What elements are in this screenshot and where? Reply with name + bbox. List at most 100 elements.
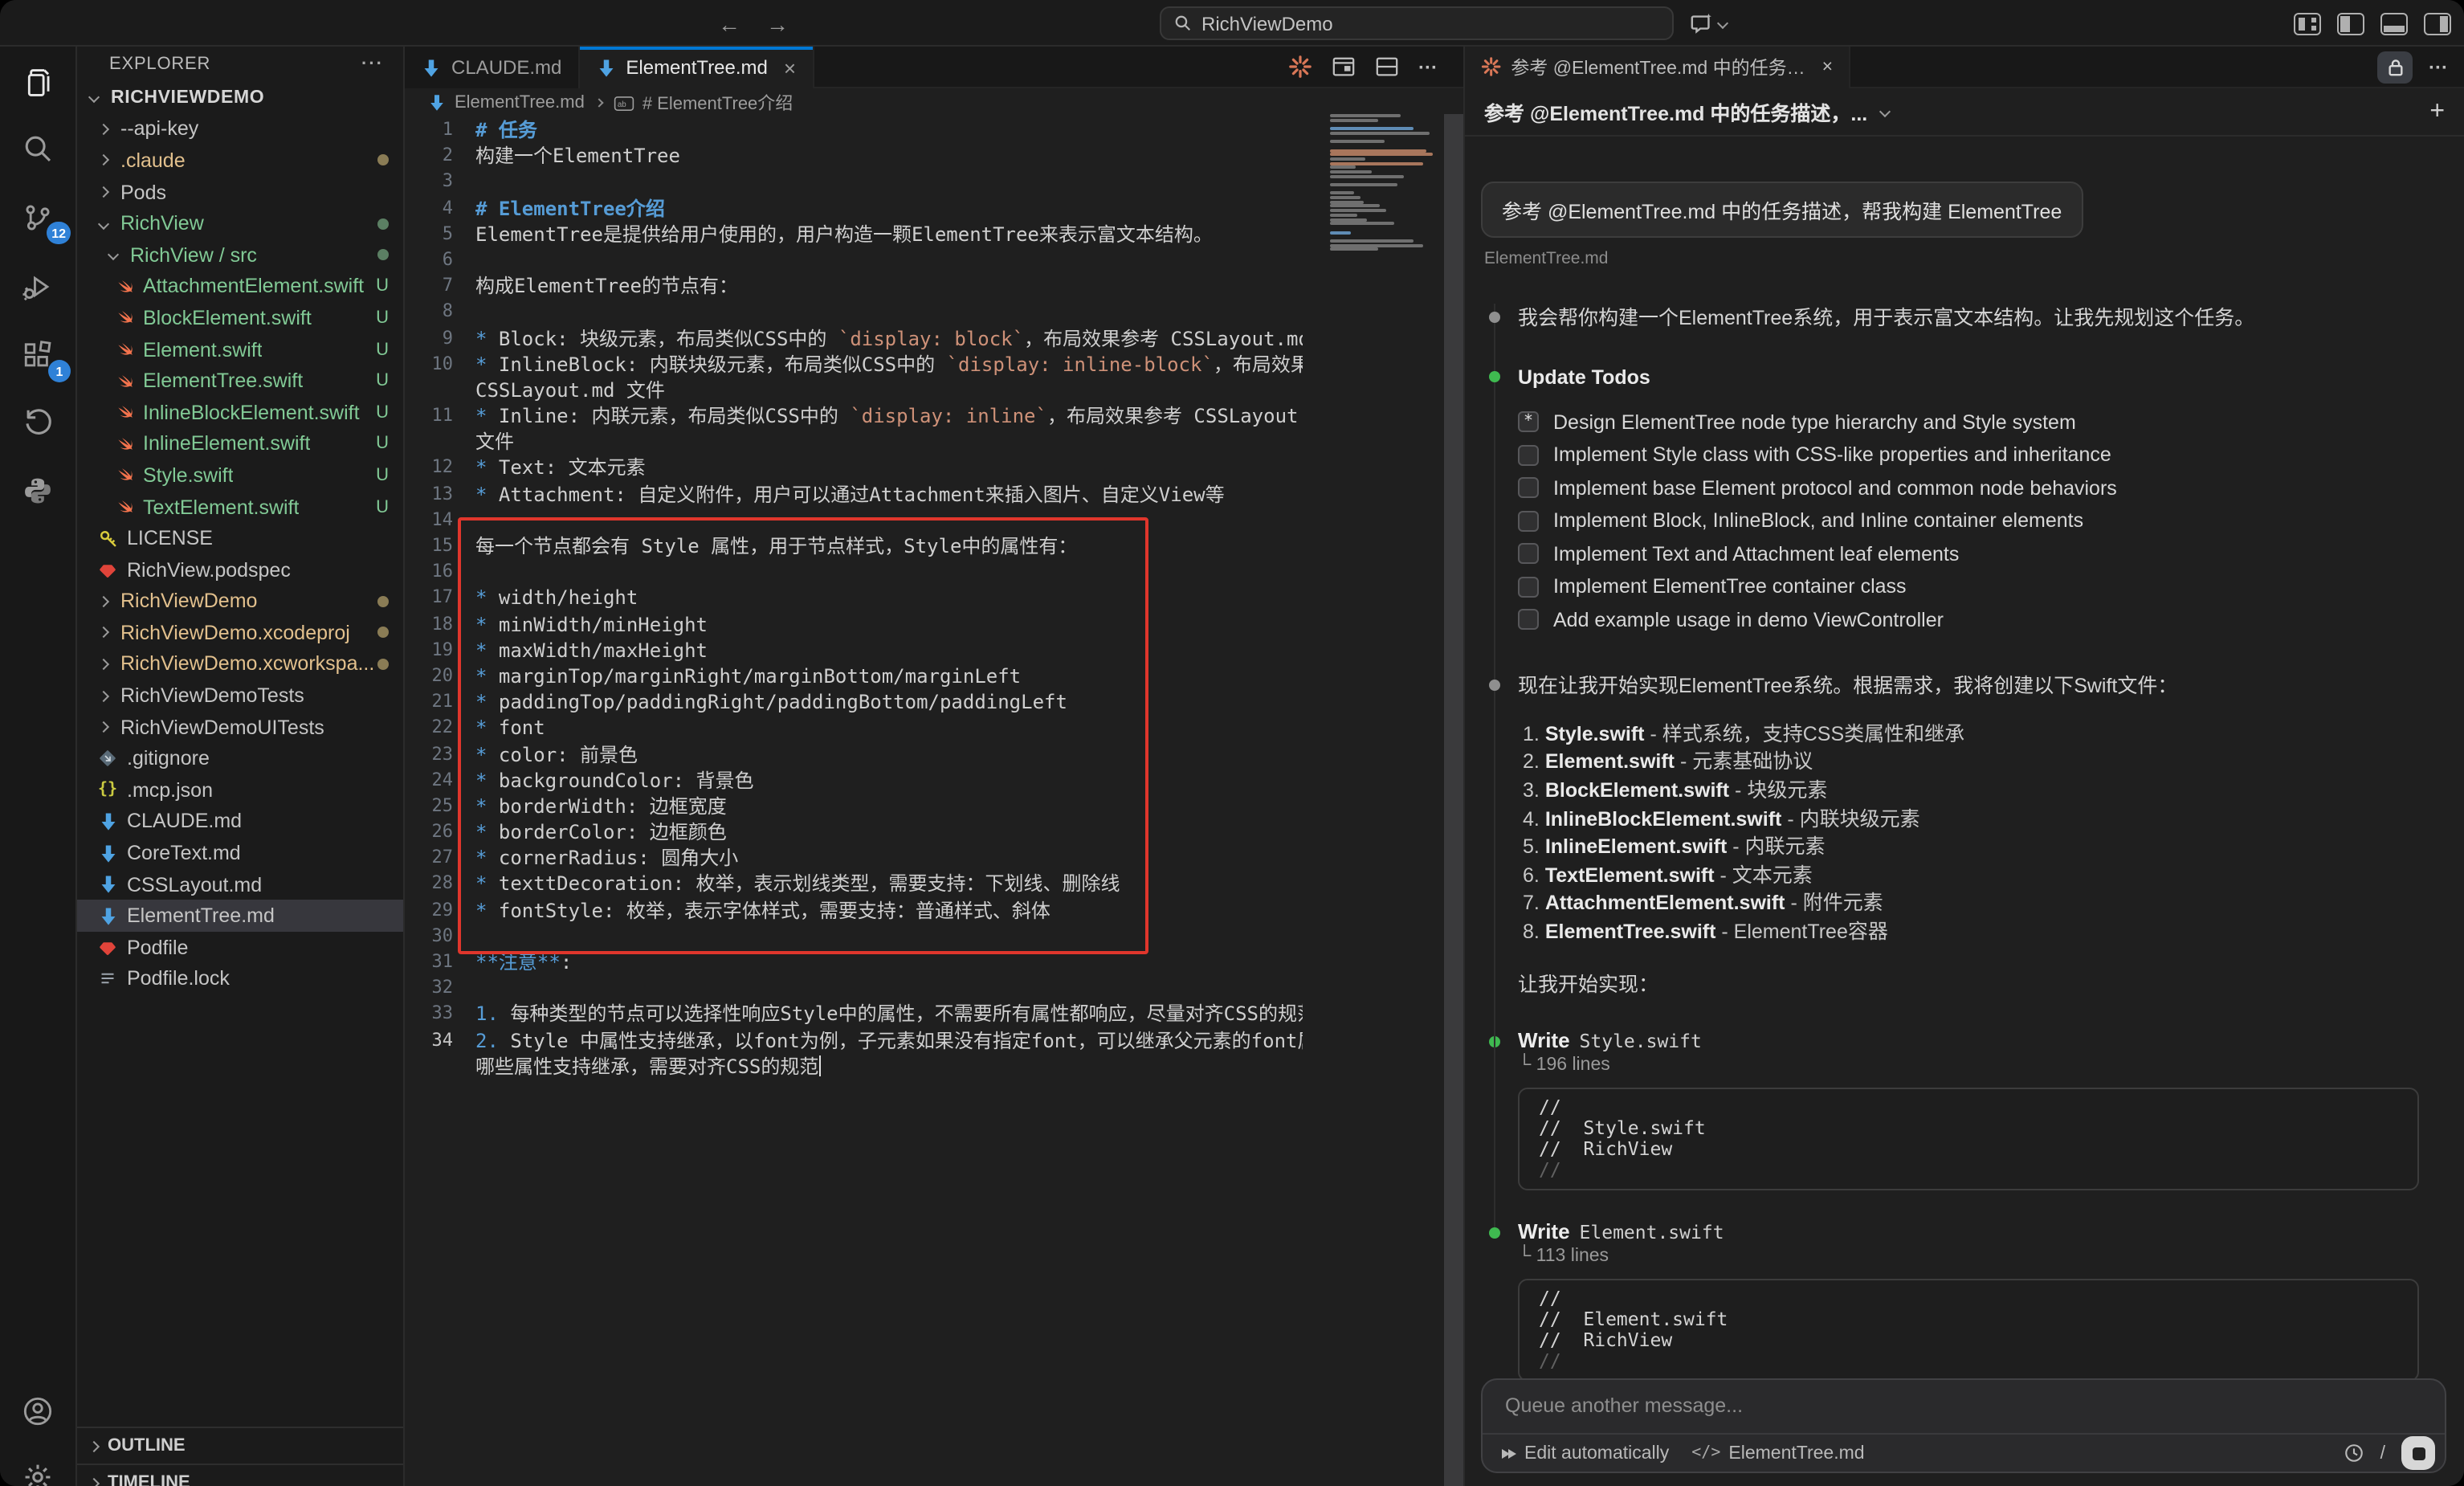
outline-section[interactable]: OUTLINE <box>77 1427 403 1464</box>
fast-forward-icon <box>1502 1448 1516 1458</box>
breadcrumb[interactable]: ElementTree.md ab # ElementTree介绍 <box>405 88 1463 117</box>
code-line: 9* Block: 块级元素，布局类似CSS中的 `display: block… <box>405 325 1303 351</box>
tree-item-pods[interactable]: Pods <box>77 177 403 208</box>
tree-item-richviewdemotests[interactable]: RichViewDemoTests <box>77 680 403 712</box>
new-chat-button[interactable]: + <box>2429 97 2445 126</box>
chevron-right-icon <box>98 124 109 135</box>
editor-scrollbar[interactable] <box>1444 114 1463 1486</box>
mode-selector[interactable]: Edit automatically <box>1502 1443 1669 1463</box>
todo-item[interactable]: Implement Text and Attachment leaf eleme… <box>1481 537 2442 570</box>
tab-elementtree-md[interactable]: ElementTree.md × <box>579 47 814 88</box>
md-file-icon <box>96 873 119 896</box>
tree-item-claude-md[interactable]: CLAUDE.md <box>77 806 403 837</box>
tree-item-label: AttachmentElement.swift <box>143 276 364 298</box>
tree-item-attachmentelement-swift[interactable]: AttachmentElement.swiftU <box>77 271 403 302</box>
tree-item-claude[interactable]: .claude <box>77 145 403 176</box>
explorer-more-icon[interactable]: ··· <box>361 55 384 74</box>
chat-session-header[interactable]: 参考 @ElementTree.md 中的任务描述，... + <box>1465 88 2464 137</box>
tree-item-element-swift[interactable]: Element.swiftU <box>77 334 403 365</box>
tree-item-mcp-json[interactable]: {}.mcp.json <box>77 774 403 806</box>
tree-item-elementtree-md[interactable]: ElementTree.md <box>77 900 403 932</box>
message-thread-line <box>1494 304 1495 1227</box>
tree-item-api-key[interactable]: --api-key <box>77 113 403 145</box>
code-preview-block[interactable]: //// Style.swift// RichView// <box>1518 1088 2419 1191</box>
toggle-secondary-sidebar-icon[interactable] <box>2424 12 2451 35</box>
account-button[interactable] <box>0 1382 75 1439</box>
todo-item[interactable]: Implement Style class with CSS-like prop… <box>1481 439 2442 472</box>
chevron-down-icon <box>98 218 109 229</box>
tree-item-label: .mcp.json <box>127 779 213 802</box>
tree-item-csslayout-md[interactable]: CSSLayout.md <box>77 869 403 900</box>
claude-icon[interactable] <box>1288 55 1312 79</box>
tree-item-inlineblockelement-swift[interactable]: InlineBlockElement.swiftU <box>77 397 403 428</box>
tree-item-richviewdemouitests[interactable]: RichViewDemoUITests <box>77 712 403 743</box>
tree-item-license[interactable]: LICENSE <box>77 523 403 554</box>
tree-item-richview[interactable]: RichView <box>77 208 403 239</box>
todo-item[interactable]: Implement ElementTree container class <box>1481 570 2442 603</box>
tree-item-richview-src[interactable]: RichView / src <box>77 239 403 271</box>
activitybar-explorer[interactable] <box>0 53 75 111</box>
lock-button[interactable] <box>2377 51 2413 83</box>
copilot-menu[interactable] <box>1690 6 1727 40</box>
tree-item-coretext-md[interactable]: CoreText.md <box>77 838 403 869</box>
tree-item-blockelement-swift[interactable]: BlockElement.swiftU <box>77 302 403 333</box>
code-preview-block[interactable]: //// Element.swift// RichView// <box>1518 1280 2419 1379</box>
activitybar-gitlens[interactable] <box>0 392 75 450</box>
nav-forward-icon[interactable]: → <box>766 10 789 36</box>
activitybar-source-control[interactable]: 12 <box>0 188 75 246</box>
todo-checkbox[interactable] <box>1518 511 1539 532</box>
todo-checkbox[interactable] <box>1518 577 1539 598</box>
assistant-message: 我会帮你构建一个ElementTree系统，用于表示富文本结构。让我先规划这个任… <box>1481 304 2442 334</box>
tree-item-podfile-lock[interactable]: Podfile.lock <box>77 963 403 994</box>
activitybar-run-debug[interactable] <box>0 257 75 315</box>
line-number <box>405 1054 475 1080</box>
tree-item-podfile[interactable]: Podfile <box>77 932 403 963</box>
history-clock-icon[interactable] <box>2344 1443 2364 1464</box>
chat-input-box[interactable]: Queue another message... Edit automatica… <box>1481 1378 2446 1473</box>
split-editor-icon[interactable] <box>1375 55 1399 79</box>
slash-command-button[interactable]: / <box>2380 1443 2385 1463</box>
settings-button[interactable] <box>0 1447 75 1486</box>
tree-item-richview-podspec[interactable]: RichView.podspec <box>77 554 403 586</box>
breadcrumb-file: ElementTree.md <box>455 93 585 112</box>
chat-transcript[interactable]: 参考 @ElementTree.md 中的任务描述，帮我构建 ElementTr… <box>1465 137 2464 1378</box>
todo-checkbox[interactable] <box>1518 478 1539 499</box>
tab-claude-md[interactable]: CLAUDE.md <box>405 47 579 88</box>
nav-back-icon[interactable]: ← <box>718 10 740 36</box>
close-icon[interactable]: × <box>1822 57 1833 76</box>
minimap[interactable] <box>1330 114 1442 1486</box>
panel-tab[interactable]: 参考 @ElementTree.md 中的任务描... × <box>1465 46 1850 88</box>
tree-item-gitignore[interactable]: .gitignore <box>77 743 403 774</box>
todo-item[interactable]: *Design ElementTree node type hierarchy … <box>1481 406 2442 439</box>
timeline-section[interactable]: TIMELINE <box>77 1464 403 1486</box>
todo-checkbox[interactable] <box>1518 610 1539 631</box>
toggle-sidebar-icon[interactable] <box>2337 12 2364 35</box>
tree-item-style-swift[interactable]: Style.swiftU <box>77 459 403 491</box>
context-file-chip[interactable]: </> ElementTree.md <box>1691 1443 1864 1463</box>
todo-checkbox[interactable] <box>1518 544 1539 565</box>
close-icon[interactable]: × <box>784 55 796 80</box>
tree-item-richviewdemo-xcodeproj[interactable]: RichViewDemo.xcodeproj <box>77 617 403 648</box>
editor-content[interactable]: 1# 任务2构建一个ElementTree34# ElementTree介绍5E… <box>405 117 1303 1486</box>
more-actions-icon[interactable]: ··· <box>1418 55 1438 78</box>
tree-item-richviewdemo-xcworkspa[interactable]: RichViewDemo.xcworkspa... <box>77 648 403 680</box>
toggle-panel-icon[interactable] <box>2380 12 2408 35</box>
activitybar-search[interactable] <box>0 119 75 177</box>
todo-item[interactable]: Implement Block, InlineBlock, and Inline… <box>1481 504 2442 537</box>
stop-button[interactable] <box>2401 1436 2435 1470</box>
todo-checkbox[interactable] <box>1518 445 1539 466</box>
activitybar-python[interactable] <box>0 461 75 519</box>
command-center-search[interactable]: RichViewDemo <box>1160 6 1674 40</box>
todo-item[interactable]: Add example usage in demo ViewController <box>1481 603 2442 636</box>
activitybar-extensions[interactable]: 1 <box>0 326 75 384</box>
tree-item-richviewdemo[interactable]: RichViewDemo <box>77 586 403 617</box>
tree-item-elementtree-swift[interactable]: ElementTree.swiftU <box>77 365 403 397</box>
todo-item[interactable]: Implement base Element protocol and comm… <box>1481 472 2442 504</box>
customize-layout-icon[interactable] <box>2294 12 2321 35</box>
tree-item-richviewdemo[interactable]: RICHVIEWDEMO <box>77 82 403 113</box>
panel-more-icon[interactable]: ··· <box>2429 55 2448 78</box>
todo-active-checkbox[interactable]: * <box>1518 412 1539 433</box>
tree-item-inlineelement-swift[interactable]: InlineElement.swiftU <box>77 428 403 459</box>
open-preview-icon[interactable] <box>1332 55 1356 79</box>
tree-item-textelement-swift[interactable]: TextElement.swiftU <box>77 491 403 522</box>
